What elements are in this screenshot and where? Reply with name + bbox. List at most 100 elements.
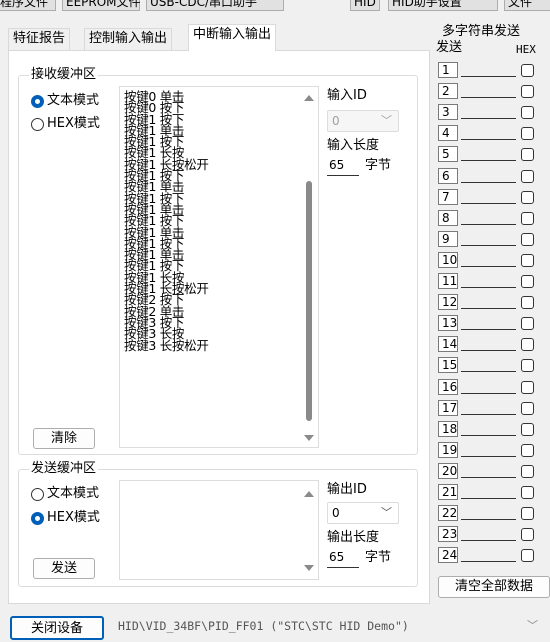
multi-hex-checkbox[interactable] bbox=[521, 338, 534, 352]
multi-hex-checkbox[interactable] bbox=[521, 275, 534, 288]
multi-hex-checkbox[interactable] bbox=[521, 359, 534, 373]
scroll-up-icon[interactable] bbox=[304, 491, 314, 497]
send-hex-mode-radio[interactable]: HEX模式 bbox=[31, 510, 100, 526]
multi-hex-checkbox[interactable] bbox=[521, 380, 534, 394]
multi-string-input[interactable] bbox=[461, 455, 516, 457]
multi-string-input[interactable] bbox=[461, 223, 516, 225]
multi-hex-checkbox[interactable] bbox=[521, 443, 534, 457]
send-text-mode-radio[interactable]: 文本模式 bbox=[31, 486, 99, 502]
clear-all-button[interactable]: 清空全部数据 bbox=[438, 576, 550, 598]
multi-send-button[interactable]: 3 bbox=[438, 104, 458, 121]
multi-send-button[interactable]: 17 bbox=[438, 399, 458, 416]
receive-text-mode-radio[interactable]: 文本模式 bbox=[31, 93, 99, 109]
multi-string-input[interactable] bbox=[461, 350, 516, 352]
output-length-field[interactable]: 65 bbox=[327, 548, 359, 568]
multi-hex-checkbox[interactable] bbox=[521, 148, 534, 162]
multi-send-button[interactable]: 14 bbox=[438, 336, 458, 353]
scroll-thumb[interactable] bbox=[306, 181, 312, 421]
send-scrollbar[interactable] bbox=[300, 481, 318, 579]
multi-string-input[interactable] bbox=[461, 371, 516, 373]
multi-send-button[interactable]: 1 bbox=[438, 62, 458, 78]
multi-send-button[interactable]: 13 bbox=[438, 315, 458, 332]
send-button[interactable]: 发送 bbox=[33, 558, 95, 579]
multi-string-input[interactable] bbox=[461, 308, 516, 310]
multi-hex-checkbox[interactable] bbox=[521, 85, 534, 99]
multi-send-button[interactable]: 7 bbox=[438, 188, 458, 205]
multi-hex-checkbox[interactable] bbox=[521, 549, 534, 563]
toolbar-button-hid-settings[interactable]: HID助手设置 bbox=[388, 0, 498, 11]
multi-hex-checkbox[interactable] bbox=[521, 507, 534, 521]
multi-send-button[interactable]: 6 bbox=[438, 167, 458, 184]
multi-hex-checkbox[interactable] bbox=[521, 127, 534, 141]
tab-feature-report[interactable]: 特征报告 bbox=[8, 28, 71, 50]
multi-string-input[interactable] bbox=[461, 476, 516, 478]
multi-send-button[interactable]: 18 bbox=[438, 420, 458, 437]
multi-send-button[interactable]: 15 bbox=[438, 357, 458, 374]
multi-hex-checkbox[interactable] bbox=[521, 296, 534, 310]
receive-scrollbar[interactable] bbox=[300, 87, 318, 447]
multi-send-button[interactable]: 10 bbox=[438, 251, 458, 268]
multi-hex-checkbox[interactable] bbox=[521, 464, 534, 478]
input-length-field[interactable]: 65 bbox=[327, 156, 359, 176]
multi-send-button[interactable]: 24 bbox=[438, 547, 458, 564]
toolbar-button-program-file[interactable]: 程序文件 bbox=[0, 0, 56, 11]
multi-send-button[interactable]: 2 bbox=[438, 83, 458, 100]
multi-string-input[interactable] bbox=[461, 202, 516, 204]
multi-string-input[interactable] bbox=[461, 287, 516, 288]
multi-string-input[interactable] bbox=[461, 244, 516, 246]
multi-hex-checkbox[interactable] bbox=[521, 253, 534, 267]
scroll-down-icon[interactable] bbox=[304, 435, 314, 441]
toolbar-button-hid[interactable]: HID bbox=[350, 0, 380, 11]
multi-send-button[interactable]: 20 bbox=[438, 462, 458, 479]
toolbar-button-eeprom-file[interactable]: EEPROM文件 bbox=[62, 0, 141, 11]
multi-string-input[interactable] bbox=[461, 118, 516, 120]
multi-send-button[interactable]: 11 bbox=[438, 273, 458, 289]
output-id-select[interactable]: 0 ﹀ bbox=[327, 502, 399, 524]
multi-hex-checkbox[interactable] bbox=[521, 401, 534, 415]
toolbar-button-usb-cdc[interactable]: USB-CDC/串口助手 bbox=[146, 0, 284, 11]
multi-send-button[interactable]: 5 bbox=[438, 146, 458, 163]
multi-string-input[interactable] bbox=[461, 76, 516, 77]
tab-interrupt-io[interactable]: 中断输入输出 bbox=[188, 24, 277, 51]
multi-send-button[interactable]: 9 bbox=[438, 230, 458, 247]
multi-send-button[interactable]: 12 bbox=[438, 294, 458, 311]
multi-string-input[interactable] bbox=[461, 561, 516, 563]
multi-string-input[interactable] bbox=[461, 160, 516, 162]
toolbar-button-file[interactable]: 文件 bbox=[504, 0, 550, 11]
multi-string-input[interactable] bbox=[461, 139, 516, 141]
scroll-up-icon[interactable] bbox=[304, 95, 314, 101]
multi-hex-checkbox[interactable] bbox=[521, 169, 534, 183]
multi-hex-checkbox[interactable] bbox=[521, 317, 534, 331]
multi-string-input[interactable] bbox=[461, 540, 516, 542]
multi-send-button[interactable]: 22 bbox=[438, 505, 458, 522]
multi-string-input[interactable] bbox=[461, 498, 516, 499]
multi-send-button[interactable]: 8 bbox=[438, 209, 458, 226]
receive-textarea[interactable]: 按键0 单击 按键0 按下 按键1 按下 按键1 单击 按键1 按下 按键1 长按 按键1 … bbox=[119, 86, 319, 448]
multi-hex-checkbox[interactable] bbox=[521, 486, 534, 499]
multi-hex-checkbox[interactable] bbox=[521, 232, 534, 246]
tab-control-io[interactable]: 控制输入输出 bbox=[84, 28, 173, 50]
multi-hex-checkbox[interactable] bbox=[521, 528, 534, 542]
multi-string-input[interactable] bbox=[461, 97, 516, 99]
multi-send-button[interactable]: 23 bbox=[438, 526, 458, 543]
multi-hex-checkbox[interactable] bbox=[521, 190, 534, 204]
input-id-select[interactable]: 0 ﹀ bbox=[327, 110, 399, 132]
close-device-button[interactable]: 关闭设备 bbox=[10, 616, 104, 640]
scroll-down-icon[interactable] bbox=[304, 565, 314, 571]
device-path-select[interactable]: HID\VID_34BF\PID_FF01 ("STC\STC HID Demo… bbox=[112, 616, 546, 638]
receive-hex-mode-radio[interactable]: HEX模式 bbox=[31, 116, 100, 132]
multi-send-button[interactable]: 19 bbox=[438, 441, 458, 458]
multi-string-input[interactable] bbox=[461, 181, 516, 183]
multi-send-button[interactable]: 21 bbox=[438, 484, 458, 500]
multi-string-input[interactable] bbox=[461, 329, 516, 331]
multi-string-input[interactable] bbox=[461, 392, 516, 394]
multi-string-input[interactable] bbox=[461, 434, 516, 436]
multi-string-input[interactable] bbox=[461, 413, 516, 415]
multi-send-button[interactable]: 16 bbox=[438, 378, 458, 395]
multi-hex-checkbox[interactable] bbox=[521, 422, 534, 436]
multi-hex-checkbox[interactable] bbox=[521, 106, 534, 120]
multi-hex-checkbox[interactable] bbox=[521, 64, 534, 77]
multi-send-button[interactable]: 4 bbox=[438, 125, 458, 142]
multi-string-input[interactable] bbox=[461, 265, 516, 267]
clear-button[interactable]: 清除 bbox=[33, 428, 95, 449]
